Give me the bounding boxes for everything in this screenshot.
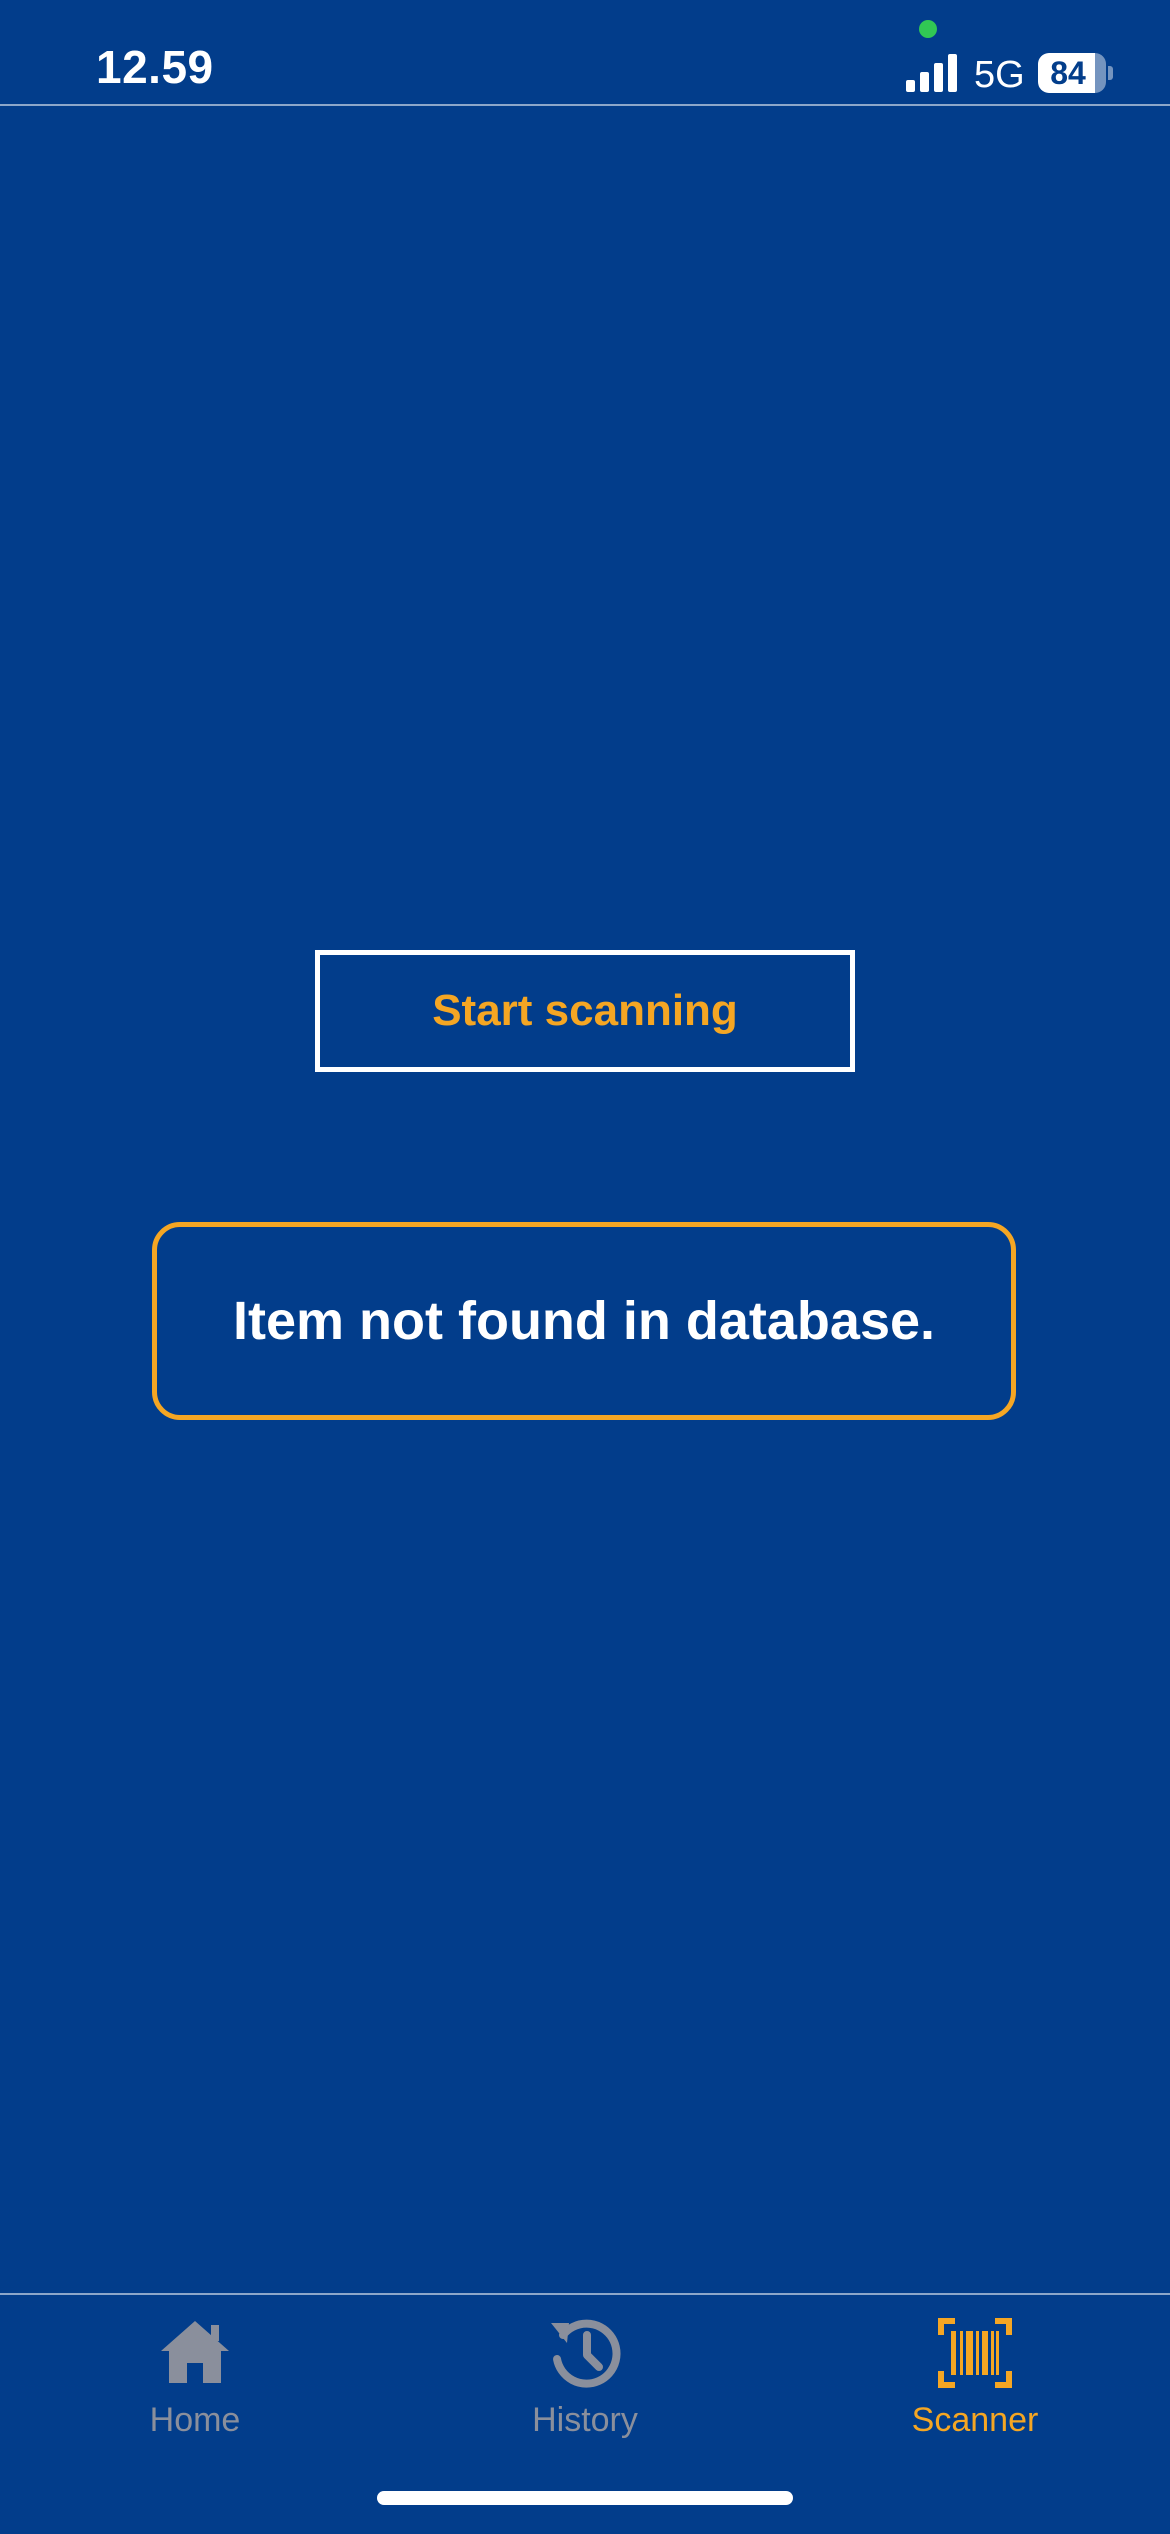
tab-history[interactable]: History <box>390 2313 780 2463</box>
tab-scanner-label: Scanner <box>911 2401 1039 2439</box>
cellular-signal-icon <box>906 54 957 92</box>
result-message-box: Item not found in database. <box>152 1222 1016 1420</box>
barcode-scanner-icon <box>938 2318 1012 2388</box>
status-time: 12.59 <box>96 41 214 93</box>
battery-level-text: 84 <box>1050 55 1086 91</box>
privacy-indicator-dot <box>919 20 937 38</box>
network-type-label: 5G <box>974 54 1025 96</box>
start-scanning-button[interactable]: Start scanning <box>315 950 855 1072</box>
home-icon <box>161 2321 229 2383</box>
battery-icon: 84 <box>1038 53 1113 93</box>
tab-history-label: History <box>532 2401 638 2439</box>
tab-home[interactable]: Home <box>0 2313 390 2463</box>
status-bar: 12.59 5G 84 <box>0 0 1170 106</box>
history-icon <box>551 2319 621 2388</box>
home-indicator[interactable] <box>377 2491 793 2505</box>
tab-scanner[interactable]: Scanner <box>780 2313 1170 2463</box>
result-message-text: Item not found in database. <box>232 1291 936 1351</box>
tab-home-label: Home <box>149 2401 241 2439</box>
